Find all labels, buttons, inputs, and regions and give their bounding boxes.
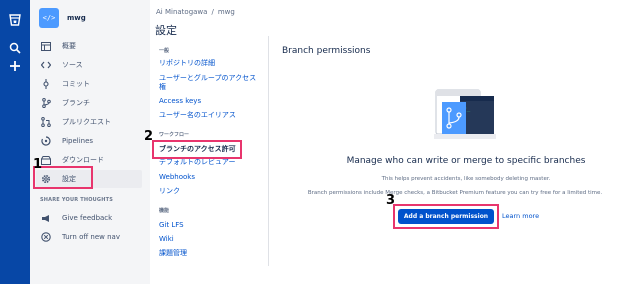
breadcrumb: Ai Minatogawa / mwg (156, 8, 235, 16)
highlight-box-branch-permissions (152, 140, 242, 159)
give-feedback-label: Give feedback (62, 214, 113, 222)
settings-link-access-keys[interactable]: Access keys (159, 97, 259, 106)
sidebar-item-label: ダウンロード (62, 156, 104, 164)
breadcrumb-repo[interactable]: mwg (218, 8, 235, 16)
step-number-2: 2 (144, 129, 154, 144)
settings-link-username-aliases[interactable]: ユーザー名のエイリアス (159, 111, 259, 120)
settings-link-issue-tracker[interactable]: 課題管理 (159, 249, 259, 258)
sidebar-item-pull-requests[interactable]: プルリクエスト (36, 113, 142, 131)
settings-link-repo-details[interactable]: リポジトリの詳細 (159, 59, 259, 68)
repo-header[interactable]: </> mwg (39, 8, 86, 28)
sidebar-item-label: 概要 (62, 42, 76, 50)
settings-link-webhooks[interactable]: Webhooks (159, 173, 259, 182)
breadcrumb-owner[interactable]: Ai Minatogawa (156, 8, 207, 16)
turn-off-label: Turn off new nav (62, 233, 120, 241)
share-thoughts-heading: SHARE YOUR THOUGHTS (40, 197, 114, 203)
empty-state-premium-note: Branch permissions include Merge checks,… (307, 190, 603, 196)
settings-link-user-group-access[interactable]: ユーザーとグループのアクセス権 (159, 74, 259, 92)
repo-avatar: </> (39, 8, 59, 28)
highlight-box-add-button (393, 204, 499, 229)
sidebar-item-pipelines[interactable]: Pipelines (36, 132, 142, 150)
sidebar-item-label: コミット (62, 80, 90, 88)
sidebar-item-branches[interactable]: ブランチ (36, 94, 142, 112)
bitbucket-logo-icon[interactable] (7, 12, 23, 28)
source-icon (40, 59, 52, 71)
settings-group-features: 機能 (159, 208, 170, 214)
project-sidebar: </> mwg 概要 ソース コミット ブランチ プルリクエスト Pipelin… (30, 0, 150, 284)
settings-link-default-reviewers[interactable]: デフォルトのレビュアー (159, 158, 259, 167)
breadcrumb-separator: / (211, 8, 214, 16)
pull-request-icon (40, 116, 52, 128)
overview-icon (40, 40, 52, 52)
sidebar-item-commits[interactable]: コミット (36, 75, 142, 93)
settings-link-wiki[interactable]: Wiki (159, 235, 259, 244)
global-nav (0, 0, 30, 284)
settings-group-workflow: ワークフロー (159, 132, 190, 138)
step-number-3: 3 (386, 193, 396, 208)
branch-permissions-illustration: >_ (434, 89, 496, 139)
settings-link-links[interactable]: リンク (159, 187, 259, 196)
search-icon[interactable] (7, 40, 23, 56)
settings-link-git-lfs[interactable]: Git LFS (159, 221, 259, 230)
column-divider (268, 36, 269, 266)
turn-off-new-nav-link[interactable]: Turn off new nav (36, 228, 142, 246)
commit-icon (40, 78, 52, 90)
empty-state-subtext: This helps prevent accidents, like someb… (381, 176, 551, 182)
sidebar-item-label: Pipelines (62, 137, 94, 145)
branch-icon (40, 97, 52, 109)
sidebar-item-label: プルリクエスト (62, 118, 111, 126)
empty-state-heading: Manage who can write or merge to specifi… (346, 156, 586, 166)
close-circle-icon (40, 231, 52, 243)
create-plus-icon[interactable] (7, 58, 23, 74)
repo-name: mwg (67, 14, 86, 22)
sidebar-item-label: ソース (62, 61, 83, 69)
megaphone-icon (40, 212, 52, 224)
step-number-1: 1 (33, 157, 43, 172)
main-title: Branch permissions (282, 46, 371, 56)
sidebar-item-label: ブランチ (62, 99, 90, 107)
learn-more-link[interactable]: Learn more (502, 212, 539, 220)
pipelines-icon (40, 135, 52, 147)
sidebar-item-source[interactable]: ソース (36, 56, 142, 74)
give-feedback-link[interactable]: Give feedback (36, 209, 142, 227)
settings-group-general: 一般 (159, 48, 170, 54)
sidebar-item-overview[interactable]: 概要 (36, 37, 142, 55)
page-title: 設定 (155, 24, 177, 37)
bitbucket-settings-page: </> mwg 概要 ソース コミット ブランチ プルリクエスト Pipelin… (0, 0, 640, 284)
